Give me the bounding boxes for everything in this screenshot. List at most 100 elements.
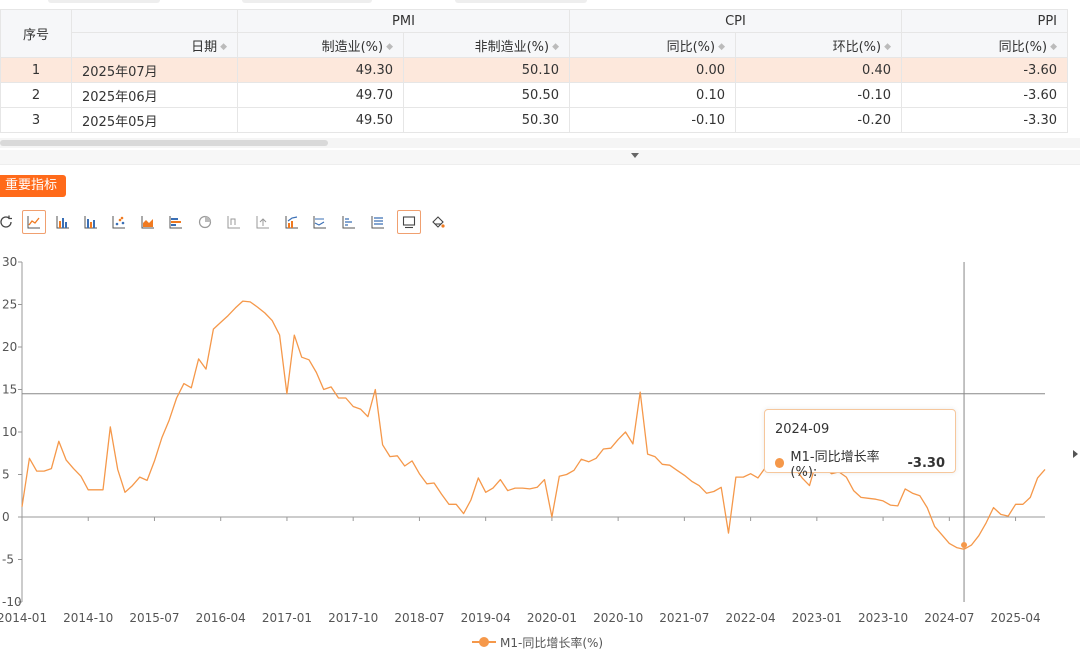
tab-placeholder[interactable] bbox=[455, 0, 587, 3]
sort-icon[interactable]: ◆ bbox=[220, 42, 227, 52]
cell-date: 2025年07月 bbox=[71, 57, 238, 83]
sort-icon[interactable]: ◆ bbox=[718, 42, 725, 52]
column-header-label: 制造业(%) bbox=[321, 39, 384, 55]
y-tick-label: 10 bbox=[2, 425, 17, 439]
x-tick-label: 2014-01 bbox=[0, 611, 47, 625]
horizontal-step-icon[interactable] bbox=[337, 210, 361, 234]
x-tick-label: 2021-07 bbox=[659, 611, 709, 625]
horizontal-line-icon[interactable] bbox=[308, 210, 332, 234]
refresh-icon[interactable] bbox=[0, 210, 18, 234]
group-header-blank bbox=[71, 9, 238, 33]
x-tick-label: 2023-01 bbox=[792, 611, 842, 625]
y-tick-label: -10 bbox=[2, 595, 22, 609]
column-header-pmi-non[interactable]: 非制造业(%) ◆ bbox=[403, 32, 570, 58]
column-header-label: 同比(%) bbox=[666, 39, 716, 55]
scatter-icon[interactable] bbox=[107, 210, 131, 234]
chart-tooltip: 2024-09 M1-同比增长率(%): -3.30 bbox=[764, 409, 956, 480]
cell-index: 2 bbox=[0, 82, 72, 108]
scroll-right-icon[interactable] bbox=[1073, 450, 1078, 458]
section-badge: 重要指标 bbox=[0, 175, 67, 197]
x-tick-label: 2015-07 bbox=[129, 611, 179, 625]
x-tick-label: 2016-04 bbox=[196, 611, 246, 625]
column-header-label: 日期 bbox=[191, 39, 218, 55]
tab-placeholder[interactable] bbox=[242, 0, 372, 3]
cell-date: 2025年06月 bbox=[71, 82, 238, 108]
cell-pmi-non: 50.50 bbox=[403, 82, 570, 108]
column-header-cpi-mom[interactable]: 环比(%) ◆ bbox=[735, 32, 902, 58]
cell-pmi-mfg: 49.30 bbox=[237, 57, 404, 83]
column-header-date[interactable]: 日期 ◆ bbox=[71, 32, 238, 58]
macro-data-table: 序号 PMI CPI PPI 日期 ◆ 制造业(%) ◆ 非制造业(%) ◆ 同比(%… bbox=[0, 9, 1068, 133]
stack-icon[interactable] bbox=[251, 210, 275, 234]
bar-chart-icon[interactable] bbox=[51, 210, 75, 234]
group-header-pmi: PMI bbox=[237, 9, 570, 33]
x-tick-label: 2017-01 bbox=[262, 611, 312, 625]
sort-icon[interactable]: ◆ bbox=[386, 42, 393, 52]
column-header-cpi-yoy[interactable]: 同比(%) ◆ bbox=[569, 32, 736, 58]
table-horizontal-scrollbar[interactable] bbox=[0, 138, 1080, 148]
cell-cpi-yoy: 0.10 bbox=[569, 82, 736, 108]
y-tick-label: 30 bbox=[2, 255, 17, 269]
cell-pmi-mfg: 49.70 bbox=[237, 82, 404, 108]
horizontal-bar-icon[interactable] bbox=[164, 210, 188, 234]
combo-icon[interactable] bbox=[280, 210, 304, 234]
top-strip bbox=[0, 0, 1080, 8]
table-row[interactable]: 1 2025年07月 49.30 50.10 0.00 0.40 -3.60 bbox=[0, 57, 1068, 83]
y-tick-label: 20 bbox=[2, 340, 17, 354]
x-tick-label: 2022-04 bbox=[726, 611, 776, 625]
x-tick-label: 2018-07 bbox=[394, 611, 444, 625]
x-tick-label: 2023-10 bbox=[858, 611, 908, 625]
sort-icon[interactable]: ◆ bbox=[884, 42, 891, 52]
cell-cpi-yoy: -0.10 bbox=[569, 107, 736, 133]
cell-cpi-mom: 0.40 bbox=[735, 57, 902, 83]
cell-pmi-non: 50.30 bbox=[403, 107, 570, 133]
x-tick-label: 2024-07 bbox=[924, 611, 974, 625]
cell-ppi-yoy: -3.60 bbox=[901, 57, 1068, 83]
y-tick-label: 25 bbox=[2, 298, 17, 312]
tab-placeholder[interactable] bbox=[48, 0, 160, 3]
y-tick-label: 15 bbox=[2, 383, 17, 397]
grouped-bar-icon[interactable] bbox=[79, 210, 103, 234]
tooltip-series-label: M1-同比增长率(%): bbox=[790, 450, 880, 480]
table-row[interactable]: 3 2025年05月 49.50 50.30 -0.10 -0.20 -3.30 bbox=[0, 107, 1068, 133]
x-tick-label: 2025-04 bbox=[990, 611, 1040, 625]
sort-icon[interactable]: ◆ bbox=[1050, 42, 1057, 52]
panel-collapse-bar[interactable] bbox=[0, 150, 1080, 165]
y-tick-label: 0 bbox=[2, 510, 10, 524]
step-icon[interactable] bbox=[222, 210, 246, 234]
area-chart-icon[interactable] bbox=[136, 210, 160, 234]
column-header-index[interactable]: 序号 bbox=[0, 9, 72, 58]
cell-index: 3 bbox=[0, 107, 72, 133]
x-tick-label: 2019-04 bbox=[461, 611, 511, 625]
y-tick-label: -5 bbox=[2, 553, 14, 567]
column-header-ppi-yoy[interactable]: 同比(%) ◆ bbox=[901, 32, 1068, 58]
table-row[interactable]: 2 2025年06月 49.70 50.50 0.10 -0.10 -3.60 bbox=[0, 82, 1068, 108]
cell-ppi-yoy: -3.60 bbox=[901, 82, 1068, 108]
cell-pmi-non: 50.10 bbox=[403, 57, 570, 83]
cell-cpi-mom: -0.20 bbox=[735, 107, 902, 133]
column-header-label: 同比(%) bbox=[998, 39, 1048, 55]
sort-icon[interactable]: ◆ bbox=[552, 42, 559, 52]
clear-icon[interactable] bbox=[426, 210, 450, 234]
chart-legend[interactable]: M1-同比增长率(%) bbox=[472, 633, 603, 651]
data-view-icon[interactable] bbox=[397, 210, 421, 234]
line-chart-icon[interactable] bbox=[22, 210, 46, 234]
legend-marker-icon bbox=[472, 637, 496, 647]
group-header-ppi: PPI bbox=[901, 9, 1068, 33]
cell-cpi-yoy: 0.00 bbox=[569, 57, 736, 83]
x-tick-label: 2017-10 bbox=[328, 611, 378, 625]
list-icon[interactable] bbox=[366, 210, 390, 234]
series-dot-icon bbox=[775, 458, 785, 468]
pie-chart-icon[interactable] bbox=[193, 210, 217, 234]
y-tick-label: 5 bbox=[2, 468, 10, 482]
x-tick-label: 2020-01 bbox=[527, 611, 577, 625]
column-header-pmi-mfg[interactable]: 制造业(%) ◆ bbox=[237, 32, 404, 58]
scrollbar-thumb[interactable] bbox=[0, 140, 328, 146]
tooltip-date: 2024-09 bbox=[775, 422, 830, 437]
cell-date: 2025年05月 bbox=[71, 107, 238, 133]
cell-ppi-yoy: -3.30 bbox=[901, 107, 1068, 133]
column-header-label: 非制造业(%) bbox=[474, 39, 550, 55]
cell-pmi-mfg: 49.50 bbox=[237, 107, 404, 133]
collapse-arrow-icon[interactable] bbox=[631, 153, 639, 158]
x-tick-label: 2020-10 bbox=[593, 611, 643, 625]
